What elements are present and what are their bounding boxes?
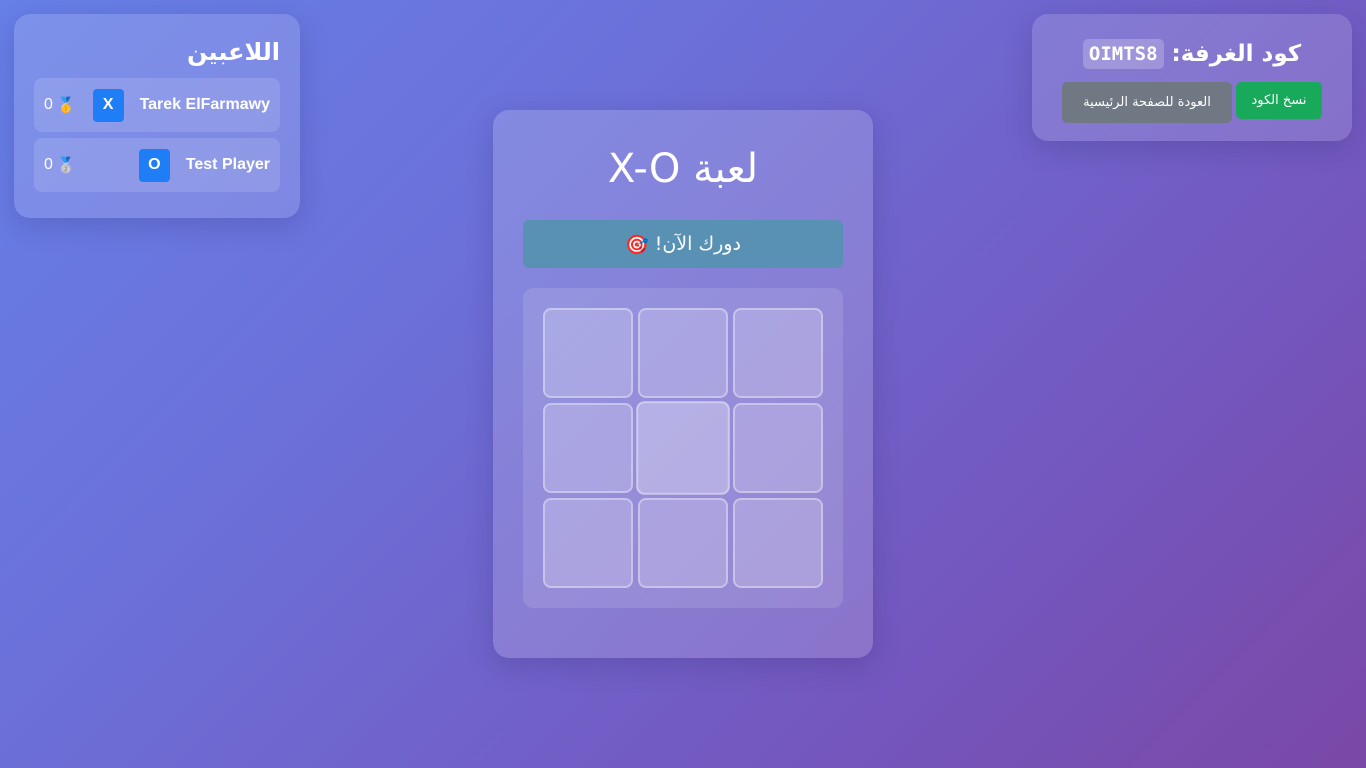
room-header: كود الغرفة: OIMTS8 <box>1062 36 1322 72</box>
board-cell[interactable] <box>543 403 633 493</box>
game-card: لعبة X-O دورك الآن! 🎯 <box>493 110 873 658</box>
board-cell[interactable] <box>733 403 823 493</box>
board-cell[interactable] <box>733 308 823 398</box>
player-score-value: 0 <box>44 156 53 173</box>
player-name: Tarek ElFarmawy <box>139 96 270 113</box>
player-symbol-badge: X <box>92 88 124 122</box>
room-code: OIMTS8 <box>1082 39 1164 69</box>
board-cell[interactable] <box>638 308 728 398</box>
player-score: 🥈 0 <box>44 156 76 174</box>
back-home-button[interactable]: العودة للصفحة الرئيسية <box>1062 82 1232 123</box>
target-icon: 🎯 <box>625 233 649 256</box>
player-score-value: 0 <box>44 96 53 113</box>
player-score: 🥇 0 <box>44 96 76 114</box>
player-row: Test Player O 🥈 0 <box>34 138 280 192</box>
turn-status-banner: دورك الآن! 🎯 <box>523 220 843 268</box>
game-title: لعبة X-O <box>607 146 759 192</box>
turn-status-text: دورك الآن! <box>654 233 741 255</box>
board-cell[interactable] <box>636 401 730 495</box>
players-title: اللاعبين <box>186 38 280 66</box>
room-code-label: كود الغرفة: <box>1171 41 1302 67</box>
silver-medal-icon: 🥈 <box>56 157 76 174</box>
game-board <box>523 288 843 608</box>
room-actions: نسخ الكود العودة للصفحة الرئيسية <box>1062 82 1322 123</box>
player-name: Test Player <box>185 156 270 173</box>
copy-code-button[interactable]: نسخ الكود <box>1236 82 1322 119</box>
board-cell[interactable] <box>543 308 633 398</box>
players-panel: اللاعبين Tarek ElFarmawy X 🥇 0 Test Play… <box>14 14 300 218</box>
player-symbol-badge: O <box>138 148 170 182</box>
gold-medal-icon: 🥇 <box>56 97 76 114</box>
board-cell[interactable] <box>638 498 728 588</box>
room-panel: كود الغرفة: OIMTS8 نسخ الكود العودة للصف… <box>1032 14 1352 141</box>
player-row: Tarek ElFarmawy X 🥇 0 <box>34 78 280 132</box>
board-cell[interactable] <box>543 498 633 588</box>
board-cell[interactable] <box>733 498 823 588</box>
